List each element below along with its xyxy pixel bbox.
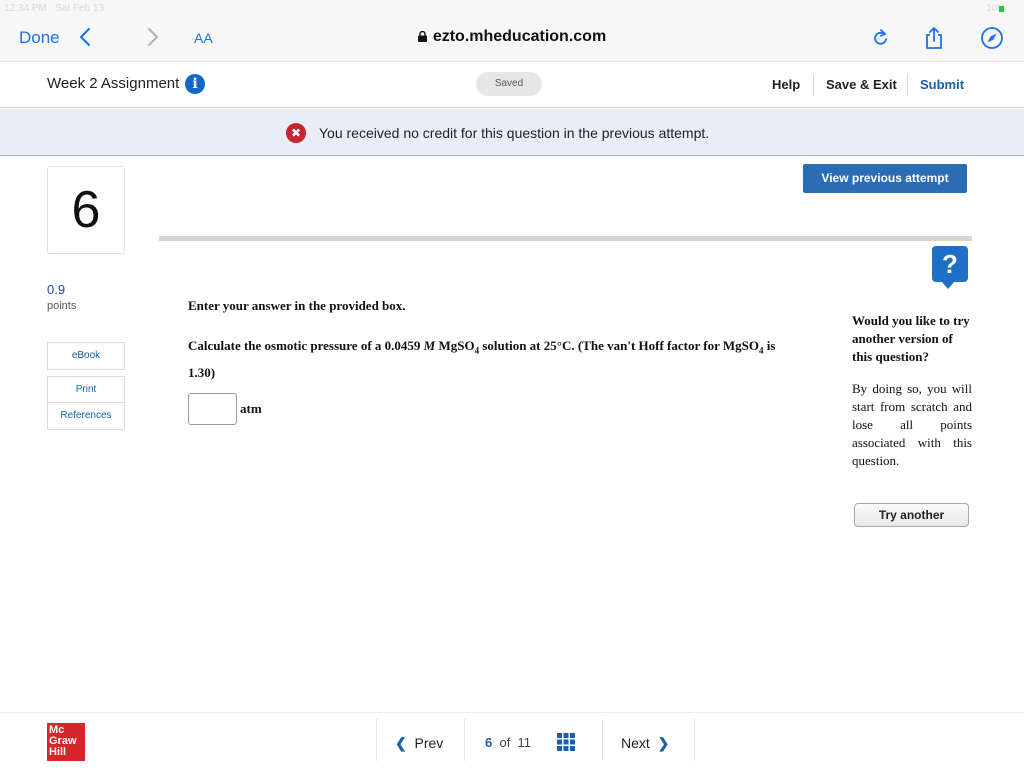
footer-navigation: Mc Graw Hill ❮ Prev 6 of 11 Next ❯ [0,712,1024,768]
save-exit-button[interactable]: Save & Exit [826,77,897,92]
answer-unit: atm [240,401,262,416]
address-bar[interactable]: ezto.mheducation.com [0,28,1024,46]
answer-input[interactable] [188,393,237,425]
help-question-icon[interactable]: ? [932,246,968,289]
points-value: 0.9 [47,282,66,297]
assignment-title: Week 2 Assignment [47,75,180,92]
status-time: 12:34 PM Sat Feb 13 [4,3,105,14]
status-bar: 12:34 PM Sat Feb 13 10% [0,0,1024,18]
try-another-panel: Would you like to try another version of… [852,312,972,470]
header-divider [813,74,814,96]
nav-divider [464,719,465,761]
battery-icon [999,6,1004,12]
info-icon[interactable]: i [185,74,205,94]
compass-icon[interactable] [980,26,1004,50]
chevron-left-icon: ❮ [395,735,407,751]
nav-divider [694,719,695,761]
url-text: ezto.mheducation.com [432,28,607,45]
references-link[interactable]: References [47,403,125,430]
print-link[interactable]: Print [47,376,125,403]
question-text: Calculate the osmotic pressure of a 0.04… [188,338,776,380]
assignment-header: Week 2 Assignment i Saved Help Save & Ex… [0,62,1024,108]
page-indicator[interactable]: 6 of 11 [485,735,531,750]
question-number: 6 [47,166,125,254]
nav-divider [376,719,377,761]
share-icon[interactable] [924,26,944,50]
prev-button[interactable]: ❮ Prev [395,735,443,752]
question-instruction: Enter your answer in the provided box. [188,298,406,313]
no-credit-banner: ✖ You received no credit for this questi… [0,109,1024,156]
try-another-button[interactable]: Try another [854,503,969,527]
view-previous-attempt-button[interactable]: View previous attempt [803,164,967,193]
question-resources: eBook Print References [47,342,125,430]
points-label: points [47,300,77,312]
chevron-right-icon: ❯ [657,735,670,751]
notice-text: You received no credit for this question… [319,125,710,141]
ebook-link[interactable]: eBook [47,342,125,370]
question-divider [159,236,972,241]
header-divider [907,74,908,96]
next-button[interactable]: Next ❯ [621,735,669,752]
try-another-question: Would you like to try another version of… [852,313,970,364]
try-another-description: By doing so, you will start from scratch… [852,381,972,468]
help-button[interactable]: Help [772,77,800,92]
error-icon: ✖ [286,123,306,143]
grid-icon[interactable] [557,733,575,751]
lock-icon [417,31,427,42]
saved-badge: Saved [476,72,542,96]
nav-divider [602,719,603,761]
submit-button[interactable]: Submit [920,77,964,92]
reload-icon[interactable] [872,28,890,48]
browser-toolbar: Done AA ezto.mheducation.com [0,18,1024,62]
mcgraw-hill-logo: Mc Graw Hill [47,723,85,761]
